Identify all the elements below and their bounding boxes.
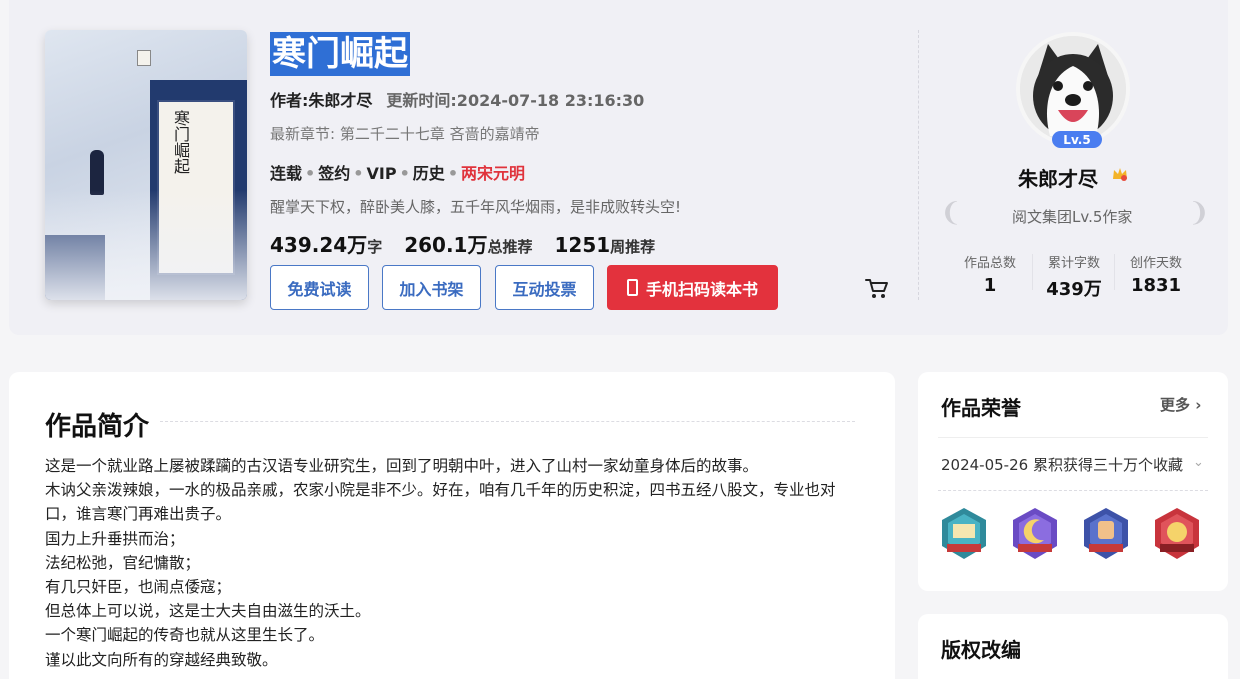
total-recommend-label: 总推荐 [487,238,533,256]
intro-line: 国力上升垂拱而治； [45,529,185,548]
book-stats: 439.24万字 260.1万总推荐 1251周推荐 [270,229,655,258]
cover-title-text: 寒门崛起 [171,110,190,174]
book-tags: 连载 • 签约 • VIP • 历史 • 两宋元明 [270,164,526,183]
intro-line: 但总体上可以说，这是士大夫自由滋生的沃土。 [45,602,371,621]
word-count: 439.24万 [270,233,368,257]
update-time: 更新时间:2024-07-18 23:16:30 [386,91,645,110]
intro-line: 木讷父亲泼辣娘，一水的极品亲戚，农家小院是非不少。好在，咱有几千年的历史积淀，四… [45,481,836,524]
mobile-read-label: 手机扫码读本书 [645,279,758,299]
intro-heading: 作品简介 [45,412,150,442]
stat-label: 作品总数 [963,256,1016,271]
author-stat-works: 作品总数 1 [950,252,1030,296]
fist-medal-icon[interactable] [1081,506,1131,561]
tag-history[interactable]: 历史 [413,164,445,183]
phone-icon [626,279,638,296]
book-tagline: 醒掌天下权，醉卧美人膝，五千年风华烟雨，是非成败转头空! [270,198,682,216]
laurel-left-icon: ❨ [940,198,962,228]
book-meta: 作者:朱郎才尽 更新时间:2024-07-18 23:16:30 [270,87,644,111]
intro-line: 有几只奸臣，也闹点倭寇； [45,578,232,597]
laurel-right-icon: ❩ [1188,198,1210,228]
author-name[interactable]: 朱郎才尽 [1018,163,1098,192]
honor-more-link[interactable]: 更多 › [1160,394,1201,415]
husky-avatar-icon [1020,36,1126,142]
add-shelf-button[interactable]: 加入书架 [382,265,481,310]
vote-button[interactable]: 互动投票 [495,265,594,310]
intro-line: 谨以此文向所有的穿越经典致敬。 [45,650,278,669]
intro-body: 这是一个就业路上屡被蹂躏的古汉语专业研究生，回到了明朝中叶，进入了山村一家幼童身… [45,454,865,672]
intro-line: 这是一个就业路上屡被蹂躏的古汉语专业研究生，回到了明朝中叶，进入了山村一家幼童身… [45,457,759,475]
stat-value: 1 [983,275,997,296]
author-stat-days: 创作天数 1831 [1116,252,1196,296]
honor-heading: 作品荣誉 [941,396,1021,420]
flag-medal-icon[interactable] [939,506,989,561]
tag-subcategory[interactable]: 两宋元明 [461,164,525,183]
weekly-recommend-label: 周推荐 [610,238,656,256]
book-title: 寒门崛起 [270,32,410,76]
stat-value: 1831 [1130,275,1182,296]
free-trial-button[interactable]: 免费试读 [270,265,369,310]
stat-label: 创作天数 [1129,256,1182,271]
author-stat-words: 累计字数 439万 [1034,252,1114,301]
intro-line: 一个寒门崛起的传奇也就从这里生长了。 [45,626,325,645]
tag-signed[interactable]: 签约 [318,164,350,183]
cover-seal [137,50,151,66]
author-level-badge: Lv.5 [1052,131,1102,148]
chevron-right-icon: › [1195,396,1202,414]
word-unit: 字 [367,238,383,256]
tag-vip[interactable]: VIP [367,164,397,183]
moon-medal-icon[interactable] [1010,506,1060,561]
intro-heading-divider [160,421,855,422]
author-title: 阅文集团Lv.5作家 [1012,208,1133,226]
quality-medal-icon[interactable] [1152,506,1202,561]
latest-chapter-link[interactable]: 最新章节: 第二千二十七章 吝啬的嘉靖帝 [270,123,540,144]
cart-icon[interactable] [864,276,890,300]
mobile-read-button[interactable]: 手机扫码读本书 [607,265,778,310]
header-divider [918,30,919,300]
total-recommend: 260.1万 [404,233,488,257]
author-avatar[interactable] [1016,32,1130,146]
author-link[interactable]: 作者:朱郎才尽 [270,91,372,110]
stat-value: 439万 [1046,279,1102,300]
book-cover[interactable]: 寒门崛起 [45,30,247,300]
stat-divider [1032,254,1033,290]
weekly-recommend: 1251 [554,233,611,257]
tag-serial[interactable]: 连载 [270,164,302,183]
honor-item[interactable]: 2024-05-26 累积获得三十万个收藏 [941,454,1183,475]
honor-top-divider [938,437,1208,438]
stat-label: 累计字数 [1047,256,1100,271]
more-label: 更多 [1160,396,1191,414]
crown-icon [1113,168,1127,181]
intro-line: 法纪松弛，官纪慵散； [45,553,201,572]
cover-fog [45,190,247,300]
honor-divider [938,490,1208,491]
stat-divider [1114,254,1115,290]
cover-figure [90,150,104,195]
chevron-down-icon[interactable]: ⌄ [1193,455,1204,470]
copyright-heading: 版权改编 [941,638,1021,662]
